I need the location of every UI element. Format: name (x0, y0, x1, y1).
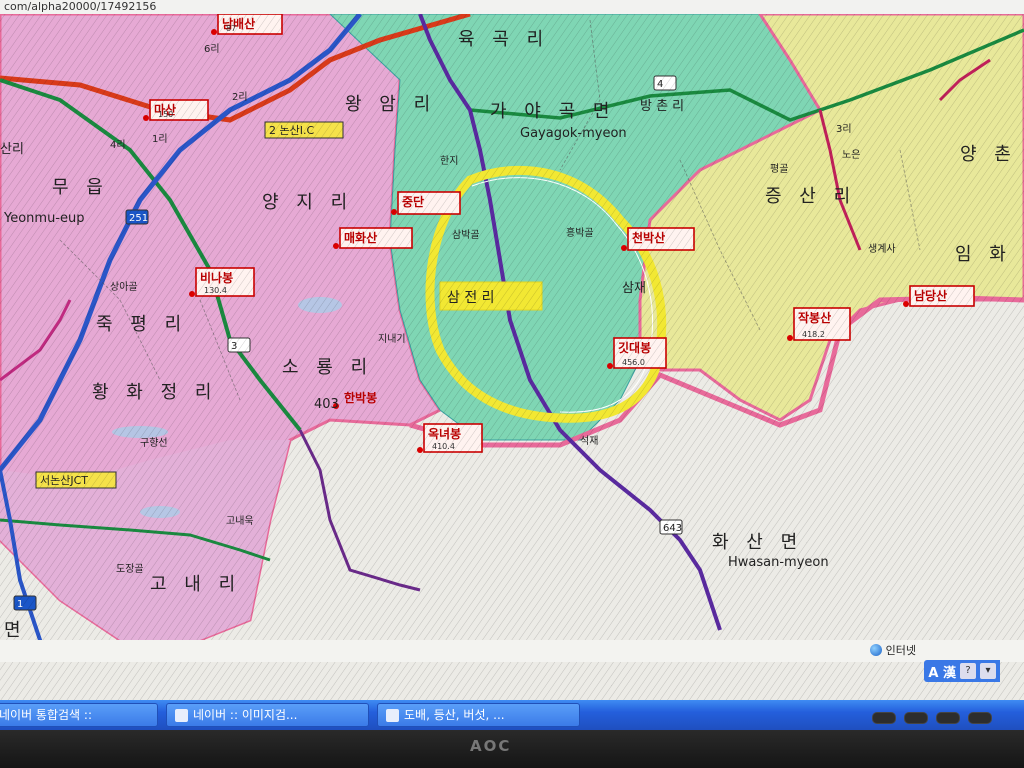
taskbar: 네이버 통합검색 :: 네이버 :: 이미지검... 도배, 등산, 버섯, .… (0, 700, 1024, 730)
monitor-button[interactable] (968, 712, 992, 724)
taskbar-item-image-search[interactable]: 네이버 :: 이미지검... (166, 703, 369, 727)
monitor-button[interactable] (872, 712, 896, 724)
taskbar-item-hiking[interactable]: 도배, 등산, 버섯, ... (377, 703, 580, 727)
moire-overlay (0, 0, 1024, 700)
monitor-bezel (0, 730, 1024, 768)
ie-window-icon (175, 708, 188, 722)
monitor-button[interactable] (936, 712, 960, 724)
ie-window-icon (386, 708, 399, 722)
ime-options-icon[interactable]: ▾ (980, 663, 996, 679)
ime-help-icon[interactable]: ? (960, 663, 976, 679)
security-zone: 인터넷 (869, 642, 916, 658)
taskbar-item-search[interactable]: 네이버 통합검색 :: (0, 703, 158, 727)
ime-mode-label[interactable]: A 漢 (928, 662, 956, 681)
ime-toolbar[interactable]: A 漢 ? ▾ (924, 660, 1000, 682)
monitor-brand: AOC (470, 737, 512, 755)
browser-url-text[interactable]: com/alpha20000/17492156 (0, 0, 1024, 14)
screen: 삼 전 리 가 야 곡 면 Gayagok-myeon 왕 암 리육 곡 리양 지 … (0, 0, 1024, 768)
zone-label: 인터넷 (885, 644, 916, 657)
monitor-button[interactable] (904, 712, 928, 724)
globe-icon (869, 644, 882, 656)
map-view[interactable]: 삼 전 리 가 야 곡 면Gayagok-myeon왕 암 리육 곡 리양 지 … (0, 0, 1024, 700)
